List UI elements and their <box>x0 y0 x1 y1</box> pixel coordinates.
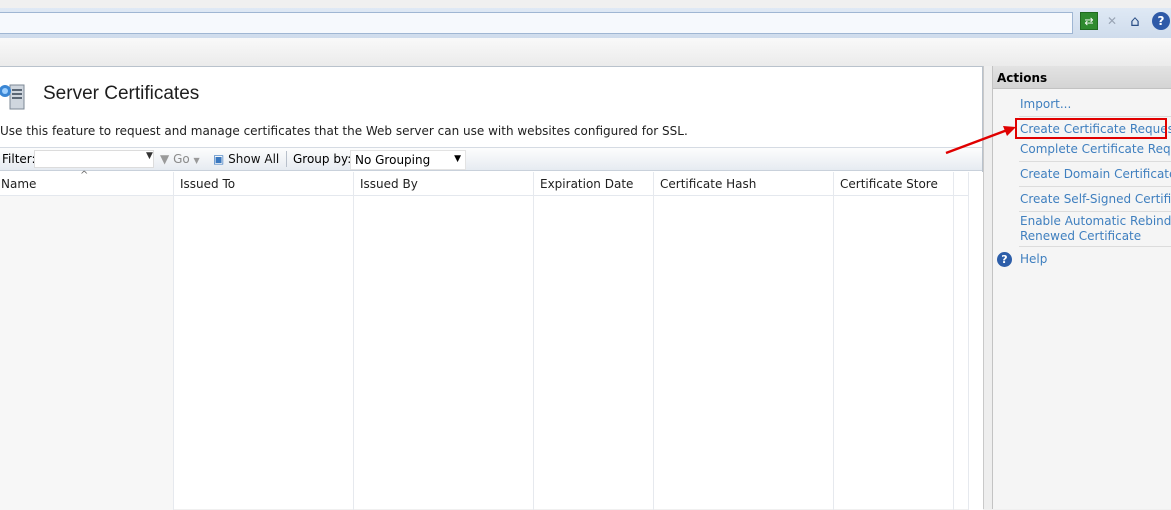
column-divider <box>173 172 174 510</box>
filter-bar: Filter: ▼ ▼ Go ▼ ▣ Show All Group by: No… <box>0 147 982 171</box>
show-all-label: Show All <box>228 152 280 166</box>
vertical-scrollbar[interactable] <box>968 172 983 510</box>
separator <box>286 151 287 167</box>
go-button[interactable]: ▼ Go ▼ <box>160 152 200 166</box>
filter-dropdown-icon[interactable]: ▼ <box>146 151 153 161</box>
action-enable-automatic-rebind[interactable]: Enable Automatic Rebind of Renewed Certi… <box>1020 214 1171 244</box>
show-all-icon: ▣ <box>213 152 225 166</box>
funnel-icon: ▼ <box>160 152 170 166</box>
certificates-table-header: Name ^ Issued To Issued By Expiration Da… <box>0 170 968 196</box>
action-help[interactable]: Help <box>1020 252 1047 267</box>
filter-input[interactable] <box>34 150 154 168</box>
help-icon[interactable]: ? <box>1152 12 1170 30</box>
action-create-self-signed-certificate[interactable]: Create Self-Signed Certificate <box>1020 192 1171 207</box>
column-header-name[interactable]: Name <box>1 177 36 191</box>
column-divider <box>353 172 354 510</box>
group-by-select[interactable]: No Grouping ▼ <box>350 150 466 170</box>
name-column-bg <box>0 196 173 510</box>
go-dropdown-icon: ▼ <box>193 156 200 165</box>
group-by-label: Group by: <box>293 152 352 166</box>
address-toolbar: ⇄ ✕ ⌂ ? <box>0 0 1171 38</box>
column-header-issued-by[interactable]: Issued By <box>360 177 418 191</box>
menu-strip <box>0 38 1171 66</box>
column-divider <box>653 172 654 510</box>
main-panel: Server Certificates Use this feature to … <box>0 66 983 510</box>
page-description: Use this feature to request and manage c… <box>0 124 688 138</box>
column-header-certificate-hash[interactable]: Certificate Hash <box>660 177 756 191</box>
show-all-button[interactable]: ▣ Show All <box>213 152 279 166</box>
home-icon[interactable]: ⌂ <box>1126 12 1144 30</box>
stop-icon[interactable]: ✕ <box>1103 12 1121 30</box>
action-enable-automatic-rebind-line2: Renewed Certificate <box>1020 229 1142 243</box>
sort-ascending-icon: ^ <box>80 170 89 181</box>
action-divider <box>1019 116 1171 117</box>
page-title: Server Certificates <box>43 83 200 104</box>
column-divider <box>533 172 534 510</box>
column-header-expiration-date[interactable]: Expiration Date <box>540 177 633 191</box>
refresh-icon[interactable]: ⇄ <box>1080 12 1098 30</box>
column-divider <box>953 172 954 510</box>
action-divider <box>1019 186 1171 187</box>
action-import[interactable]: Import... <box>1020 97 1071 112</box>
filter-label: Filter: <box>2 152 36 166</box>
action-enable-automatic-rebind-line1: Enable Automatic Rebind of <box>1020 214 1171 228</box>
action-divider <box>1019 161 1171 162</box>
annotation-arrow-icon <box>945 126 1016 155</box>
go-label: Go <box>173 152 190 166</box>
column-header-issued-to[interactable]: Issued To <box>180 177 235 191</box>
column-divider <box>833 172 834 510</box>
action-divider <box>1019 246 1171 247</box>
actions-header: Actions <box>993 66 1171 89</box>
chevron-down-icon: ▼ <box>454 154 461 164</box>
group-by-value: No Grouping <box>355 153 431 167</box>
column-header-certificate-store[interactable]: Certificate Store <box>840 177 938 191</box>
help-icon: ? <box>997 252 1012 267</box>
action-divider <box>1019 211 1171 212</box>
server-certificates-icon <box>0 84 25 110</box>
address-bar[interactable] <box>0 12 1073 34</box>
action-create-domain-certificate[interactable]: Create Domain Certificate... <box>1020 167 1171 182</box>
highlight-box <box>1015 118 1167 139</box>
action-complete-certificate-request[interactable]: Complete Certificate Request <box>1020 142 1171 157</box>
